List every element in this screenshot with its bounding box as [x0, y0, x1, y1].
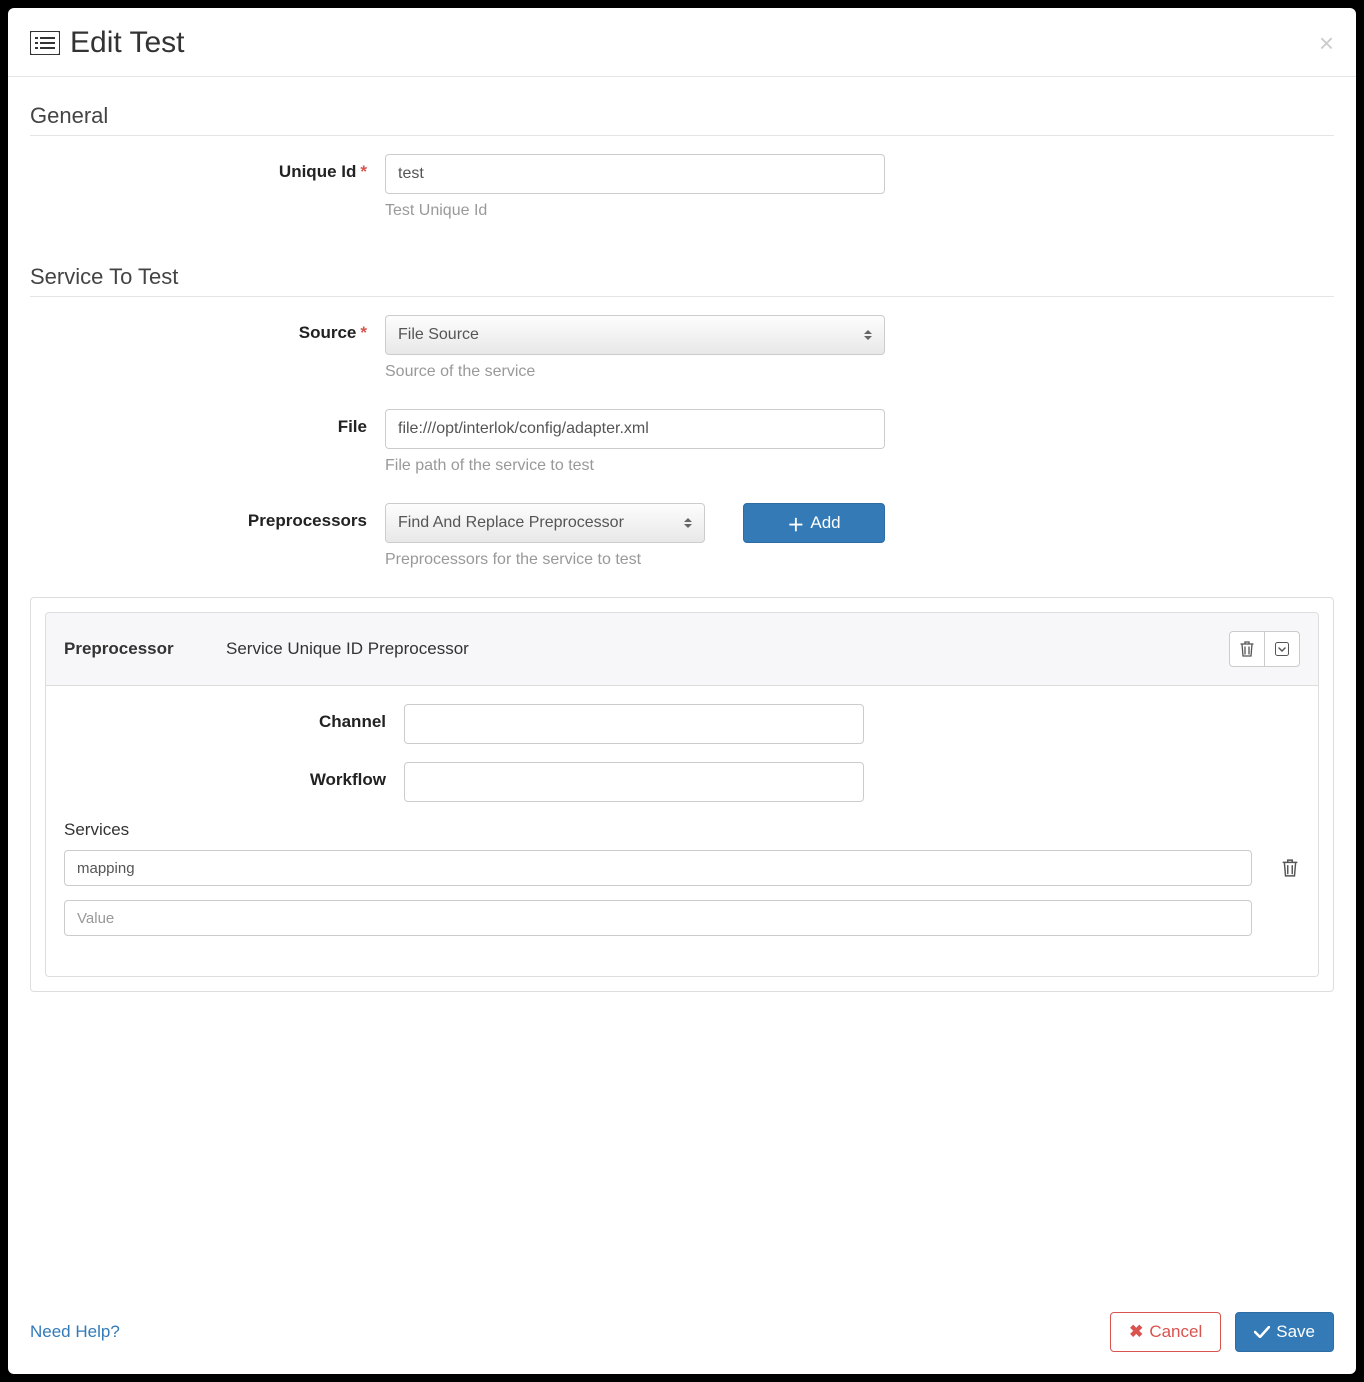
unique-id-help: Test Unique Id: [385, 202, 1334, 220]
workflow-input[interactable]: [404, 762, 864, 802]
preprocessor-header-title: Preprocessor: [64, 639, 226, 659]
service-input[interactable]: [64, 850, 1252, 886]
modal-footer: Need Help? ✖ Cancel Save: [8, 1284, 1356, 1374]
field-workflow: Workflow: [64, 762, 1300, 802]
chevron-down-box-icon: [1275, 642, 1289, 656]
add-label: Add: [810, 513, 840, 533]
close-icon: ✖: [1129, 1322, 1143, 1342]
services-label: Services: [64, 820, 1300, 840]
trash-icon[interactable]: [1282, 859, 1298, 877]
chevron-updown-icon: [864, 330, 872, 340]
plus-icon: ＋: [787, 511, 804, 536]
source-label: Source*: [30, 315, 385, 381]
services-block: Services: [64, 820, 1300, 936]
unique-id-label: Unique Id*: [30, 154, 385, 220]
service-input[interactable]: [64, 900, 1252, 936]
close-icon[interactable]: ×: [1319, 30, 1334, 56]
channel-label: Channel: [64, 704, 404, 744]
preprocessors-help: Preprocessors for the service to test: [385, 551, 1334, 569]
preprocessors-container: Preprocessor Service Unique ID Preproces…: [30, 597, 1334, 992]
file-input[interactable]: [385, 409, 885, 449]
workflow-label: Workflow: [64, 762, 404, 802]
modal-body: General Unique Id* Test Unique Id Servic…: [8, 77, 1356, 1284]
add-preprocessor-button[interactable]: ＋ Add: [743, 503, 885, 543]
preprocessor-card-body: Channel Workflow: [46, 686, 1318, 976]
preprocessor-header-subtitle: Service Unique ID Preprocessor: [226, 639, 1229, 659]
preprocessor-card: Preprocessor Service Unique ID Preproces…: [45, 612, 1319, 977]
preprocessors-select-value: Find And Replace Preprocessor: [398, 514, 624, 532]
check-icon: [1254, 1326, 1270, 1338]
file-label: File: [30, 409, 385, 475]
cancel-label: Cancel: [1149, 1322, 1202, 1342]
need-help-link[interactable]: Need Help?: [30, 1322, 1110, 1342]
required-marker: *: [360, 323, 367, 342]
preprocessors-label: Preprocessors: [30, 503, 385, 569]
chevron-updown-icon: [684, 518, 692, 528]
trash-icon: [1240, 641, 1254, 657]
field-unique-id: Unique Id* Test Unique Id: [30, 154, 1334, 220]
file-help: File path of the service to test: [385, 457, 1334, 475]
save-button[interactable]: Save: [1235, 1312, 1334, 1352]
preprocessors-select[interactable]: Find And Replace Preprocessor: [385, 503, 705, 543]
delete-preprocessor-button[interactable]: [1229, 631, 1265, 667]
section-general-title: General: [30, 87, 1334, 136]
preprocessor-actions: [1229, 631, 1300, 667]
section-service-title: Service To Test: [30, 248, 1334, 297]
source-help: Source of the service: [385, 363, 1334, 381]
save-label: Save: [1276, 1322, 1315, 1342]
modal-header: Edit Test ×: [8, 8, 1356, 77]
source-select[interactable]: File Source: [385, 315, 885, 355]
service-row: [64, 850, 1300, 886]
channel-input[interactable]: [404, 704, 864, 744]
list-icon: [30, 31, 60, 55]
field-preprocessors: Preprocessors Find And Replace Preproces…: [30, 503, 1334, 569]
preprocessor-card-header: Preprocessor Service Unique ID Preproces…: [46, 613, 1318, 686]
unique-id-input[interactable]: [385, 154, 885, 194]
field-file: File File path of the service to test: [30, 409, 1334, 475]
cancel-button[interactable]: ✖ Cancel: [1110, 1312, 1221, 1352]
source-select-value: File Source: [398, 326, 479, 344]
edit-test-modal: Edit Test × General Unique Id* Test Uniq…: [8, 8, 1356, 1374]
modal-title: Edit Test: [70, 26, 1319, 60]
service-row: [64, 900, 1300, 936]
required-marker: *: [360, 162, 367, 181]
field-channel: Channel: [64, 704, 1300, 744]
collapse-preprocessor-button[interactable]: [1264, 631, 1300, 667]
field-source: Source* File Source Source of the servic…: [30, 315, 1334, 381]
